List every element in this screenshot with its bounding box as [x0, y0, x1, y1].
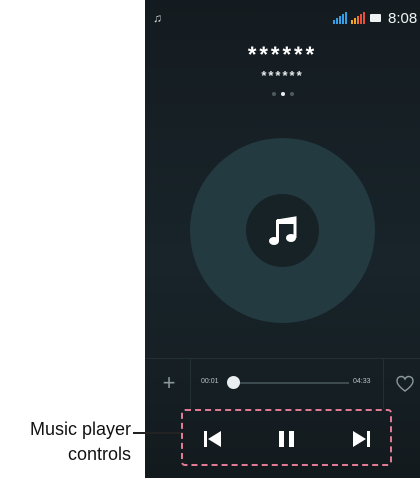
seek-handle[interactable]: [227, 376, 241, 389]
battery-icon: [370, 14, 381, 22]
signal-sim1-icon: [333, 12, 347, 24]
music-note-status-icon: ♫: [153, 11, 162, 25]
pause-icon[interactable]: [275, 428, 299, 450]
add-to-playlist-button[interactable]: +: [157, 371, 181, 395]
signal-sim2-icon: [351, 12, 365, 24]
seek-bar[interactable]: [227, 376, 349, 389]
status-bar: ♫ 8:08 AM: [145, 0, 420, 34]
status-time: 8:08 AM: [388, 10, 418, 27]
plus-icon: +: [162, 370, 176, 395]
heart-icon[interactable]: [394, 373, 416, 395]
page-dot: [289, 92, 294, 96]
callout-connector: [133, 432, 181, 434]
page-indicator: [145, 92, 420, 96]
skip-previous-icon[interactable]: [201, 428, 225, 450]
progress-row: + 00:01 04:33: [145, 358, 420, 409]
music-player-screen: ♫ 8:08 AM ****** ******: [145, 0, 420, 478]
skip-next-icon[interactable]: [349, 428, 373, 450]
artist-name: ******: [261, 68, 304, 83]
song-title: ******: [247, 42, 318, 67]
total-time: 04:33: [353, 378, 371, 385]
callout-label: Music player controls: [29, 419, 131, 464]
divider: [383, 359, 384, 409]
music-note-icon: [268, 215, 296, 245]
album-art-disc: [190, 138, 375, 323]
page-dot: [271, 92, 276, 96]
current-time: 00:01: [201, 378, 219, 385]
page-dot-active: [280, 92, 285, 96]
divider: [190, 359, 191, 409]
album-art-center: [246, 194, 319, 267]
